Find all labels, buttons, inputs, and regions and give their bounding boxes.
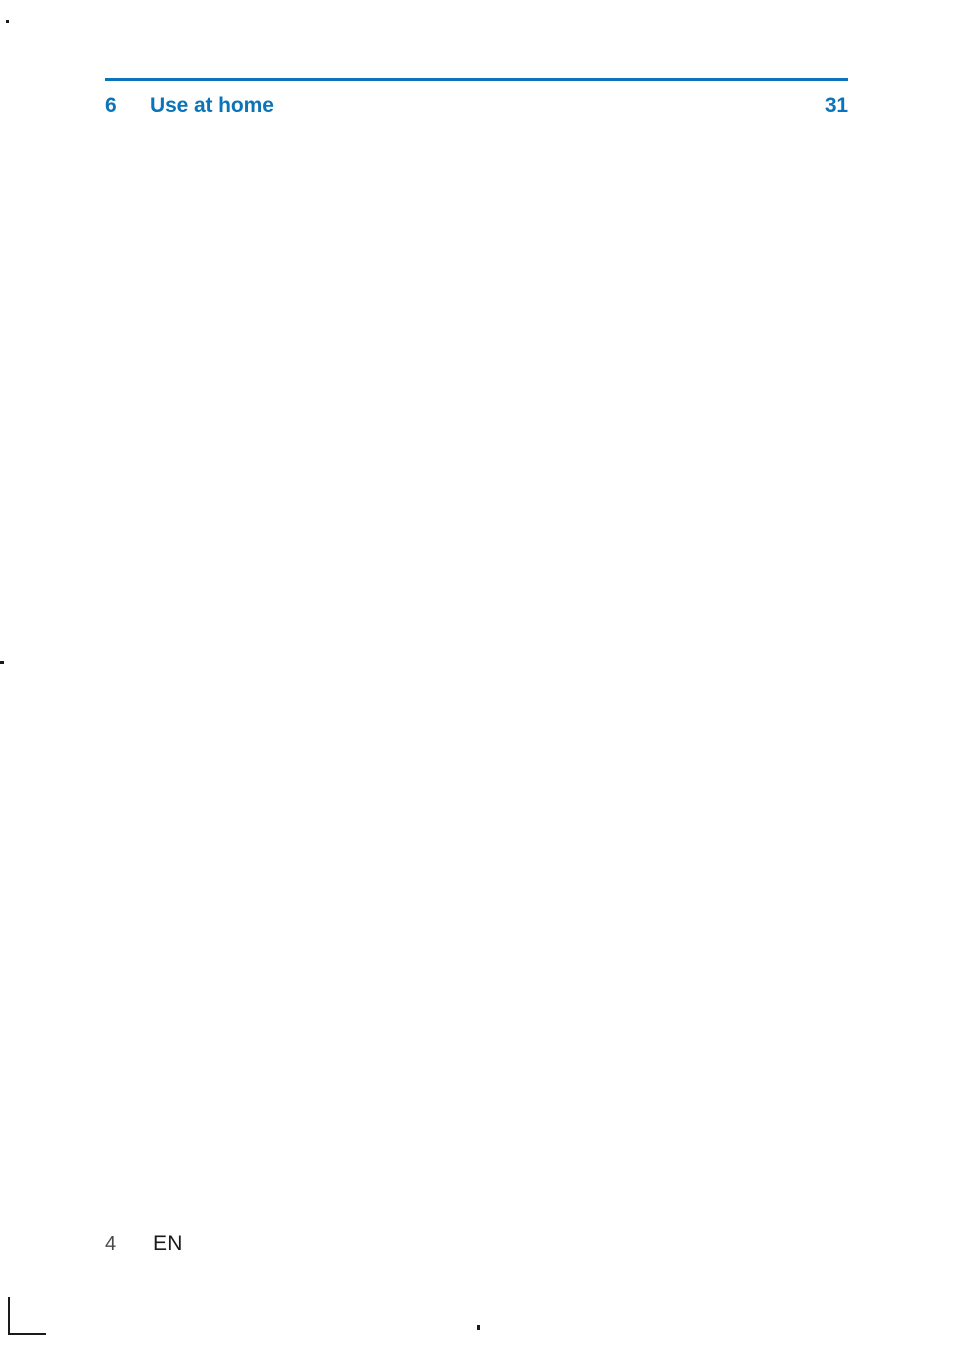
manual-page: 6 Use at home 31 Connect power from hous… [0, 0, 954, 1351]
crop-mark-bottom-left-horizontal [8, 1333, 46, 1335]
toc-chapter-page: 31 [778, 87, 848, 1351]
language-code: EN [153, 1232, 183, 1255]
crop-mark-left-middle [0, 661, 4, 664]
crop-mark-top-left [6, 20, 9, 23]
table-of-contents: 6 Use at home 31 Connect power from hous… [105, 78, 848, 1351]
page-footer: 4 EN [105, 1232, 183, 1256]
toc-chapter-number: 6 [105, 94, 117, 117]
page-folio-number: 4 [105, 1233, 117, 1255]
toc-section-use-at-home: 6 Use at home 31 Connect power from hous… [105, 81, 848, 1351]
toc-chapter-title: Use at home [150, 94, 274, 117]
crop-mark-bottom-left-vertical [8, 1297, 10, 1335]
toc-chapter-row[interactable]: 6 Use at home 31 [105, 87, 848, 1351]
